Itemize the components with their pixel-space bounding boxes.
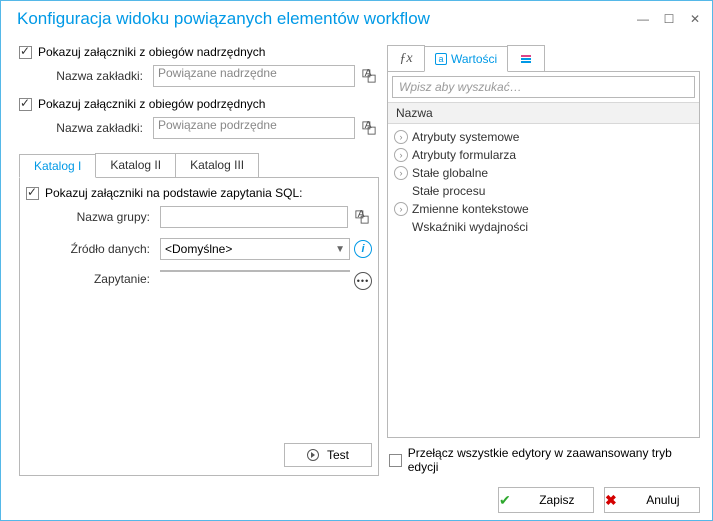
values-tree: ›Atrybuty systemowe ›Atrybuty formularza…: [388, 124, 699, 240]
search-input[interactable]: Wpisz aby wyszukać…: [392, 76, 695, 98]
body: Pokazuj załączniki z obiegów nadrzędnych…: [1, 37, 712, 480]
tree-item[interactable]: ›Zmienne kontekstowe: [394, 200, 693, 218]
cancel-button[interactable]: ✖ Anuluj: [604, 487, 700, 513]
advanced-mode-row: Przełącz wszystkie edytory w zaawansowan…: [387, 444, 700, 476]
parent-tabname-row: Nazwa zakładki: Powiązane nadrzędne A: [19, 65, 379, 87]
query-textarea[interactable]: [160, 270, 350, 272]
parent-tabname-label: Nazwa zakładki:: [19, 69, 149, 83]
expand-icon[interactable]: ›: [394, 148, 408, 162]
group-name-label: Nazwa grupy:: [26, 210, 156, 224]
tree-header: Nazwa: [388, 102, 699, 124]
expand-icon[interactable]: ›: [394, 202, 408, 216]
child-tabname-label: Nazwa zakładki:: [19, 121, 149, 135]
save-button[interactable]: ✔ Zapisz: [498, 487, 594, 513]
tab-catalog-3[interactable]: Katalog III: [175, 153, 259, 177]
expand-icon[interactable]: ›: [394, 166, 408, 180]
query-row: Zapytanie: •••: [26, 270, 372, 427]
cancel-icon: ✖: [605, 492, 617, 509]
info-icon[interactable]: i: [354, 240, 372, 258]
config-window: Konfiguracja widoku powiązanych elementó…: [0, 0, 713, 521]
child-attachments-checkbox[interactable]: [19, 98, 32, 111]
catalog-tabs: Katalog I Katalog II Katalog III: [19, 153, 379, 178]
data-source-label: Źródło danych:: [26, 242, 156, 256]
child-attachments-label: Pokazuj załączniki z obiegów podrzędnych: [38, 97, 265, 111]
parent-attachments-checkbox-row: Pokazuj załączniki z obiegów nadrzędnych: [19, 45, 379, 59]
fx-icon: ƒx: [399, 51, 412, 67]
translate-icon[interactable]: A: [359, 66, 379, 86]
maximize-button[interactable]: ☐: [662, 12, 676, 26]
titlebar: Konfiguracja widoku powiązanych elementó…: [1, 1, 712, 37]
window-controls: — ☐ ✕: [636, 12, 702, 26]
advanced-mode-label: Przełącz wszystkie edytory w zaawansowan…: [408, 446, 698, 474]
list-icon: [521, 55, 531, 63]
more-options-icon[interactable]: •••: [354, 272, 372, 290]
child-tabname-input[interactable]: Powiązane podrzędne: [153, 117, 355, 139]
tree-item[interactable]: ›Stałe globalne: [394, 164, 693, 182]
left-column: Pokazuj załączniki z obiegów nadrzędnych…: [19, 45, 379, 476]
sql-checkbox-label: Pokazuj załączniki na podstawie zapytani…: [45, 186, 302, 200]
translate-icon[interactable]: A: [359, 118, 379, 138]
values-panel: Wpisz aby wyszukać… Nazwa ›Atrybuty syst…: [387, 72, 700, 438]
tab-catalog-1[interactable]: Katalog I: [19, 154, 96, 178]
tree-item[interactable]: ›Atrybuty formularza: [394, 146, 693, 164]
svg-text:A: A: [365, 69, 372, 79]
tab-catalog-2[interactable]: Katalog II: [95, 153, 176, 177]
svg-text:A: A: [358, 210, 365, 220]
values-icon: a: [435, 53, 447, 65]
tab-values[interactable]: a Wartości: [424, 46, 508, 72]
check-icon: ✔: [499, 492, 511, 509]
minimize-button[interactable]: —: [636, 12, 650, 26]
query-label: Zapytanie:: [26, 270, 156, 286]
data-source-select[interactable]: <Domyślne> ▼: [160, 238, 350, 260]
data-source-row: Źródło danych: <Domyślne> ▼ i: [26, 238, 372, 260]
sql-checkbox[interactable]: [26, 187, 39, 200]
translate-icon[interactable]: A: [352, 207, 372, 227]
child-tabname-row: Nazwa zakładki: Powiązane podrzędne A: [19, 117, 379, 139]
expand-icon[interactable]: ›: [394, 130, 408, 144]
catalog-tab-body: Pokazuj załączniki na podstawie zapytani…: [19, 178, 379, 476]
chevron-down-icon: ▼: [335, 244, 345, 255]
group-name-input[interactable]: [160, 206, 348, 228]
parent-tabname-input[interactable]: Powiązane nadrzędne: [153, 65, 355, 87]
tree-item[interactable]: Wskaźniki wydajności: [394, 218, 693, 236]
expand-icon: [394, 184, 408, 198]
right-column: ƒx a Wartości Wpisz aby wyszukać… Nazwa …: [387, 45, 700, 476]
svg-text:A: A: [365, 121, 372, 131]
close-button[interactable]: ✕: [688, 12, 702, 26]
parent-attachments-label: Pokazuj załączniki z obiegów nadrzędnych: [38, 45, 265, 59]
test-button[interactable]: Test: [284, 443, 372, 467]
expand-icon: [394, 220, 408, 234]
tab-fx[interactable]: ƒx: [387, 45, 425, 71]
tree-item[interactable]: Stałe procesu: [394, 182, 693, 200]
sql-checkbox-row: Pokazuj załączniki na podstawie zapytani…: [26, 186, 372, 200]
right-tabs: ƒx a Wartości: [387, 45, 700, 72]
play-icon: [307, 449, 319, 461]
tab-list[interactable]: [507, 45, 545, 71]
window-title: Konfiguracja widoku powiązanych elementó…: [17, 9, 636, 29]
child-attachments-checkbox-row: Pokazuj załączniki z obiegów podrzędnych: [19, 97, 379, 111]
group-name-row: Nazwa grupy: A: [26, 206, 372, 228]
tree-item[interactable]: ›Atrybuty systemowe: [394, 128, 693, 146]
parent-attachments-checkbox[interactable]: [19, 46, 32, 59]
advanced-mode-checkbox[interactable]: [389, 454, 402, 467]
footer: ✔ Zapisz ✖ Anuluj: [1, 480, 712, 520]
